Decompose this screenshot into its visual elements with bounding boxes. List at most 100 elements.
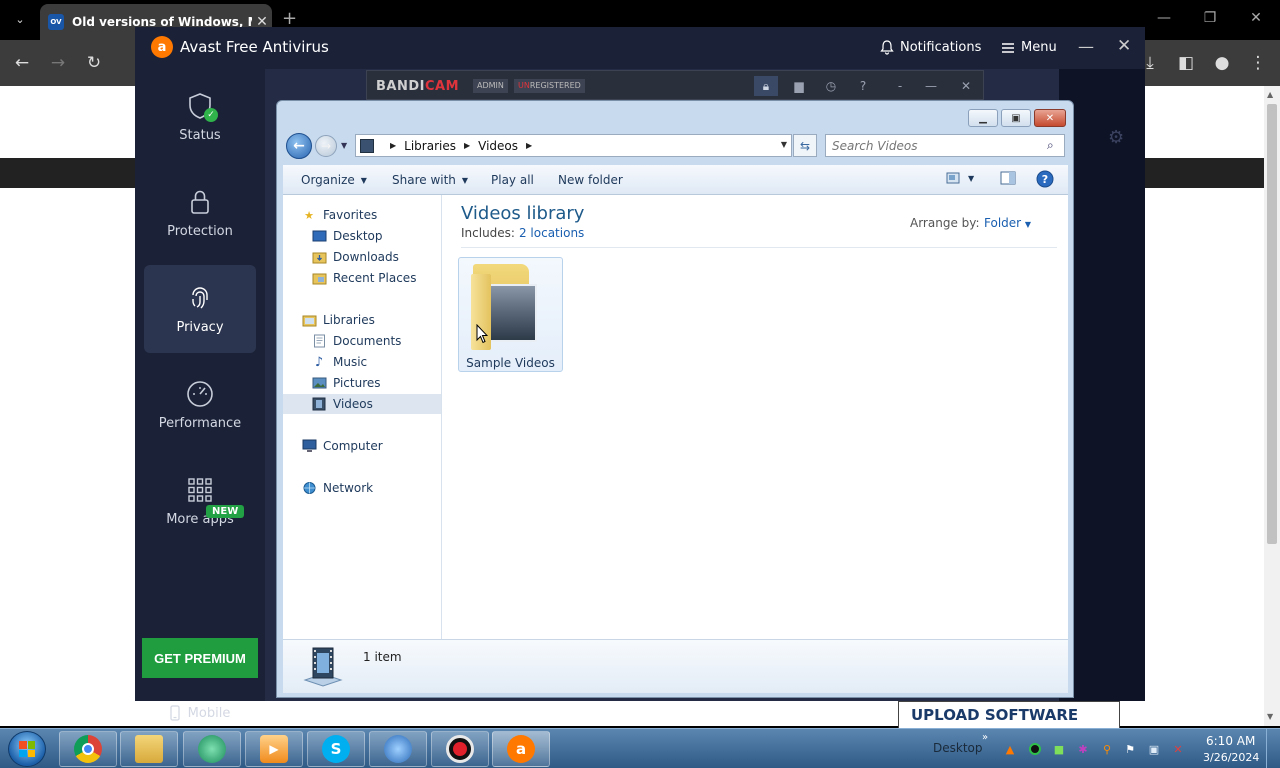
- back-arrow-icon[interactable]: ←: [10, 53, 34, 73]
- clock-date[interactable]: 3/26/2024: [1203, 751, 1259, 764]
- refresh-icon[interactable]: ⇆: [793, 134, 817, 157]
- explorer-maximize-button[interactable]: ▣: [1001, 109, 1031, 127]
- browser-close-button[interactable]: ✕: [1236, 10, 1276, 26]
- change-view-button[interactable]: ▼: [946, 171, 974, 185]
- search-tray-icon[interactable]: ⚲: [1099, 741, 1115, 757]
- nav-videos[interactable]: Videos: [283, 394, 441, 414]
- sidebar-item-protection[interactable]: Protection: [144, 169, 256, 257]
- forward-arrow-icon[interactable]: →: [315, 135, 337, 157]
- share-with-button[interactable]: Share with ▼: [392, 173, 468, 187]
- back-arrow-icon[interactable]: ←: [286, 133, 312, 159]
- nav-favorites[interactable]: ★ Favorites: [301, 205, 441, 225]
- taskbar-skype[interactable]: S: [307, 731, 365, 767]
- scroll-down-icon[interactable]: ▼: [1267, 712, 1273, 721]
- arrange-by-dropdown[interactable]: Folder ▼: [984, 216, 1031, 230]
- gear-icon[interactable]: ⚙: [1108, 127, 1124, 148]
- new-tab-button[interactable]: +: [282, 8, 297, 29]
- nav-pictures[interactable]: Pictures: [311, 373, 441, 393]
- sidebar-item-privacy[interactable]: Privacy: [144, 265, 256, 353]
- folder-sample-videos[interactable]: Sample Videos: [458, 257, 563, 372]
- avast-title-bar: a Avast Free Antivirus Notifications Men…: [135, 27, 1145, 69]
- record-tray-icon[interactable]: [1027, 741, 1043, 757]
- explorer-minimize-button[interactable]: ▁: [968, 109, 998, 127]
- show-desktop-button[interactable]: [1266, 729, 1280, 768]
- app-tray-icon[interactable]: ■: [1051, 741, 1067, 757]
- clock-icon[interactable]: ◷: [819, 76, 843, 96]
- help-icon[interactable]: ?: [851, 76, 875, 96]
- preview-pane-button[interactable]: [1000, 171, 1016, 185]
- folder-label: Sample Videos: [466, 356, 555, 370]
- taskbar-file-explorer[interactable]: [120, 731, 178, 767]
- forward-arrow-icon[interactable]: →: [46, 53, 70, 73]
- nav-computer[interactable]: Computer: [301, 436, 441, 456]
- play-all-button[interactable]: Play all: [491, 173, 534, 187]
- avast-tray-icon[interactable]: ▲: [1002, 741, 1018, 757]
- tools-tray-icon[interactable]: ✱: [1075, 741, 1091, 757]
- menu-button[interactable]: Menu: [1001, 40, 1057, 55]
- folder-icon[interactable]: ▆: [787, 76, 811, 96]
- breadcrumb-videos[interactable]: Videos: [478, 139, 518, 153]
- flag-tray-icon[interactable]: ⚑: [1122, 741, 1138, 757]
- sidebar-item-performance[interactable]: Performance: [144, 361, 256, 449]
- reload-icon[interactable]: ↻: [82, 53, 106, 73]
- tray-expand-icon[interactable]: »: [982, 732, 988, 743]
- nav-desktop[interactable]: Desktop: [311, 226, 441, 246]
- organize-button[interactable]: Organize ▼: [301, 173, 367, 187]
- taskbar-app-6[interactable]: [369, 731, 427, 767]
- start-button[interactable]: [8, 731, 46, 767]
- nav-documents[interactable]: Documents: [311, 331, 441, 351]
- taskbar-media-player[interactable]: ▶: [245, 731, 303, 767]
- scroll-up-icon[interactable]: ▲: [1267, 90, 1273, 99]
- nav-network[interactable]: Network: [301, 478, 441, 498]
- bandicam-logo-part: BANDI: [376, 79, 425, 94]
- browser-minimize-button[interactable]: —: [1144, 10, 1184, 26]
- apps-grid-icon: [186, 476, 214, 504]
- sidebar-item-more-apps[interactable]: More apps: [144, 457, 256, 545]
- library-includes: Includes: 2 locations: [461, 226, 584, 240]
- taskbar-app-3[interactable]: [183, 731, 241, 767]
- lock-icon[interactable]: 🔒︎: [754, 76, 778, 96]
- bandicam-minimize-button[interactable]: —: [919, 76, 943, 96]
- nav-music[interactable]: ♪ Music: [311, 352, 441, 372]
- bandicam-close-button[interactable]: ✕: [954, 76, 978, 96]
- recent-pages-chevron-icon[interactable]: ▼: [341, 141, 347, 150]
- taskbar-chrome[interactable]: [59, 731, 117, 767]
- taskbar-avast[interactable]: a: [492, 731, 550, 767]
- nav-recent-places[interactable]: Recent Places: [311, 268, 441, 288]
- side-panel-icon[interactable]: ◧: [1174, 53, 1198, 73]
- taskbar-bandicam[interactable]: [431, 731, 489, 767]
- get-premium-button[interactable]: GET PREMIUM: [142, 638, 258, 678]
- scroll-thumb[interactable]: [1267, 104, 1277, 544]
- breadcrumb-libraries[interactable]: Libraries: [404, 139, 456, 153]
- sidebar-item-label: Status: [179, 127, 221, 143]
- new-folder-button[interactable]: New folder: [558, 173, 623, 187]
- dash-icon[interactable]: -: [888, 76, 912, 96]
- sidebar-item-label: Privacy: [176, 319, 224, 335]
- browser-menu-icon[interactable]: ⋮: [1246, 53, 1270, 73]
- breadcrumb-arrow-icon[interactable]: ▶: [390, 141, 396, 150]
- address-dropdown-icon[interactable]: ▼: [781, 140, 787, 149]
- profile-avatar-icon[interactable]: ●: [1210, 53, 1234, 73]
- clock-time[interactable]: 6:10 AM: [1206, 734, 1255, 748]
- mobile-button[interactable]: Mobile: [135, 703, 265, 723]
- avast-minimize-button[interactable]: —: [1078, 37, 1094, 56]
- explorer-close-button[interactable]: ✕: [1034, 109, 1066, 127]
- nav-libraries[interactable]: Libraries: [301, 310, 441, 330]
- breadcrumb-arrow-icon[interactable]: ▶: [526, 141, 532, 150]
- desktop-toolbar-label[interactable]: Desktop: [933, 741, 983, 755]
- browser-restore-button[interactable]: ❐: [1190, 10, 1230, 26]
- network-tray-icon[interactable]: ▣: [1146, 741, 1162, 757]
- notifications-button[interactable]: Notifications: [880, 40, 981, 55]
- page-scrollbar[interactable]: ▲ ▼: [1264, 86, 1280, 726]
- tab-search-icon[interactable]: ⌄: [8, 6, 32, 32]
- help-button[interactable]: ?: [1036, 170, 1054, 188]
- breadcrumb-arrow-icon[interactable]: ▶: [464, 141, 470, 150]
- search-icon[interactable]: ⌕: [1047, 138, 1054, 153]
- avast-close-button[interactable]: ✕: [1117, 36, 1131, 56]
- nav-downloads[interactable]: Downloads: [311, 247, 441, 267]
- search-input[interactable]: [825, 134, 1065, 157]
- sidebar-item-status[interactable]: ✓ Status: [144, 73, 256, 161]
- locations-link[interactable]: 2 locations: [519, 226, 584, 240]
- address-bar[interactable]: ▶ Libraries ▶ Videos ▶ ▼: [355, 134, 792, 157]
- volume-muted-icon[interactable]: ✕: [1170, 741, 1186, 757]
